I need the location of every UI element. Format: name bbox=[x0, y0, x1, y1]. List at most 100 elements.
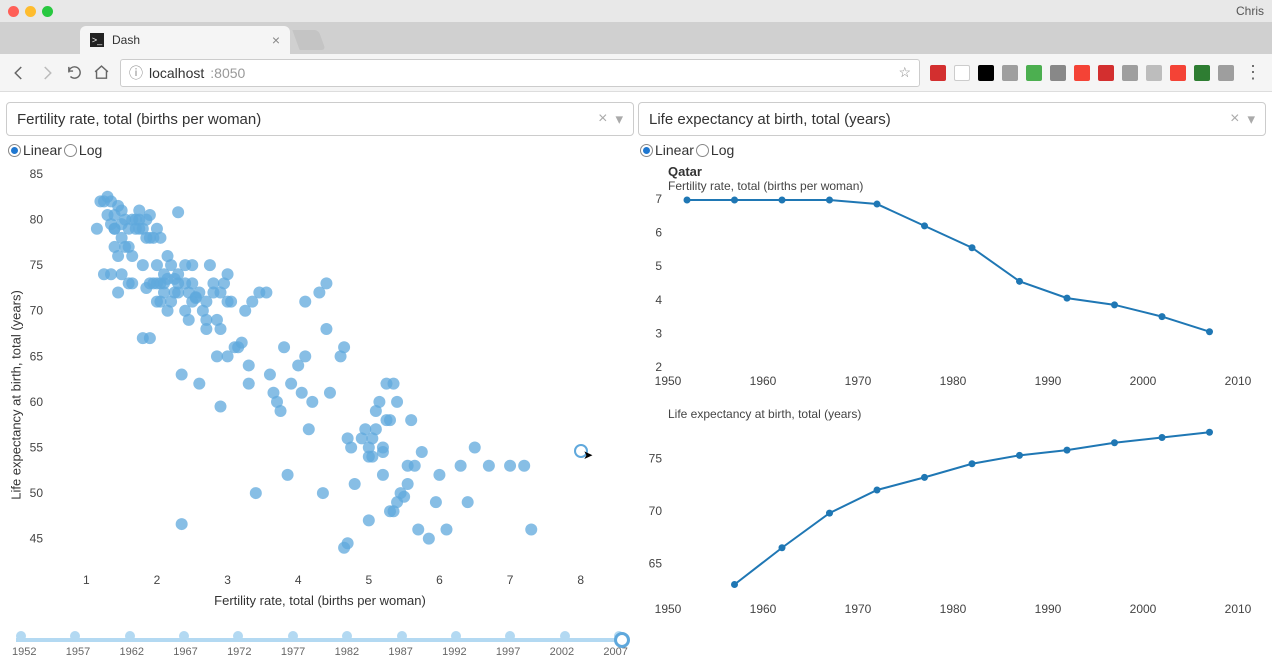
extension-icon[interactable] bbox=[930, 65, 946, 81]
detail-chart-fertility[interactable]: 1950196019701980199020002010234567 bbox=[638, 193, 1258, 393]
slider-tick[interactable] bbox=[342, 631, 352, 641]
scatter-x-axis-label: Fertility rate, total (births per woman) bbox=[6, 593, 634, 608]
svg-text:4: 4 bbox=[295, 573, 302, 587]
y-scale-radio-group: Linear Log bbox=[638, 136, 1266, 164]
extension-icon[interactable] bbox=[1122, 65, 1138, 81]
scatter-plot[interactable]: Life expectancy at birth, total (years) … bbox=[6, 164, 634, 626]
slider-labels: 1952195719621967197219771982198719921997… bbox=[12, 646, 628, 658]
svg-text:3: 3 bbox=[655, 326, 662, 340]
slider-year-label: 2007 bbox=[603, 646, 627, 658]
svg-text:65: 65 bbox=[30, 349, 44, 363]
svg-text:85: 85 bbox=[30, 167, 44, 181]
svg-text:2010: 2010 bbox=[1225, 374, 1252, 388]
browser-tab-strip: >_ Dash × bbox=[0, 22, 1272, 54]
svg-text:2010: 2010 bbox=[1225, 602, 1252, 616]
extension-icon[interactable] bbox=[954, 65, 970, 81]
slider-tick[interactable] bbox=[233, 631, 243, 641]
slider-tick[interactable] bbox=[560, 631, 570, 641]
right-column: Life expectancy at birth, total (years) … bbox=[638, 102, 1266, 658]
extension-icon[interactable] bbox=[978, 65, 994, 81]
extension-icon[interactable] bbox=[1146, 65, 1162, 81]
site-info-icon[interactable]: ⓘ bbox=[129, 63, 143, 83]
nav-home-icon[interactable] bbox=[93, 64, 110, 81]
chevron-down-icon[interactable]: ▾ bbox=[1247, 110, 1255, 128]
window-close-button[interactable] bbox=[8, 6, 19, 17]
extensions-row bbox=[930, 65, 1234, 81]
detail-chart1-title: Fertility rate, total (births per woman) bbox=[638, 179, 1266, 193]
nav-back-icon[interactable] bbox=[10, 64, 28, 82]
bookmark-star-icon[interactable]: ☆ bbox=[898, 64, 911, 81]
tab-favicon-icon: >_ bbox=[90, 33, 104, 47]
window-zoom-button[interactable] bbox=[42, 6, 53, 17]
slider-tick[interactable] bbox=[70, 631, 80, 641]
svg-text:1: 1 bbox=[83, 573, 90, 587]
y-scale-radio-log[interactable]: Log bbox=[696, 142, 734, 158]
slider-handle[interactable] bbox=[614, 632, 630, 648]
extension-icon[interactable] bbox=[1074, 65, 1090, 81]
svg-text:2000: 2000 bbox=[1130, 374, 1157, 388]
slider-tick[interactable] bbox=[125, 631, 135, 641]
svg-text:45: 45 bbox=[30, 532, 44, 546]
window-username: Chris bbox=[1236, 4, 1264, 18]
svg-text:1980: 1980 bbox=[940, 374, 967, 388]
detail-chart-lifeexp[interactable]: 1950196019701980199020002010657075 bbox=[638, 421, 1258, 621]
extension-icon[interactable] bbox=[1098, 65, 1114, 81]
svg-text:65: 65 bbox=[649, 557, 663, 571]
slider-year-label: 1987 bbox=[388, 646, 412, 658]
scatter-svg[interactable]: 12345678455055606570758085 bbox=[6, 164, 626, 594]
slider-year-label: 1967 bbox=[173, 646, 197, 658]
svg-text:80: 80 bbox=[30, 213, 44, 227]
slider-year-label: 1977 bbox=[281, 646, 305, 658]
svg-text:1950: 1950 bbox=[655, 374, 682, 388]
extension-icon[interactable] bbox=[1170, 65, 1186, 81]
new-tab-button[interactable] bbox=[292, 30, 325, 50]
svg-text:1990: 1990 bbox=[1035, 374, 1062, 388]
address-bar[interactable]: ⓘ localhost:8050 ☆ bbox=[120, 59, 920, 87]
tab-close-icon[interactable]: × bbox=[272, 32, 280, 48]
extension-icon[interactable] bbox=[1026, 65, 1042, 81]
y-axis-dropdown[interactable]: Life expectancy at birth, total (years) … bbox=[638, 102, 1266, 136]
svg-text:4: 4 bbox=[655, 293, 662, 307]
svg-text:6: 6 bbox=[436, 573, 443, 587]
svg-text:70: 70 bbox=[649, 504, 663, 518]
browser-menu-icon[interactable]: ⋮ bbox=[1244, 62, 1262, 83]
x-scale-radio-log[interactable]: Log bbox=[64, 142, 102, 158]
svg-text:75: 75 bbox=[649, 452, 663, 466]
nav-reload-icon[interactable] bbox=[66, 64, 83, 81]
svg-text:50: 50 bbox=[30, 486, 44, 500]
extension-icon[interactable] bbox=[1218, 65, 1234, 81]
year-slider[interactable]: 1952195719621967197219771982198719921997… bbox=[6, 626, 634, 658]
slider-year-label: 1957 bbox=[66, 646, 90, 658]
svg-text:1990: 1990 bbox=[1035, 602, 1062, 616]
x-scale-radio-linear[interactable]: Linear bbox=[8, 142, 62, 158]
slider-tick[interactable] bbox=[505, 631, 515, 641]
dropdown-clear-icon[interactable]: × bbox=[1226, 110, 1243, 128]
extension-icon[interactable] bbox=[1002, 65, 1018, 81]
slider-year-label: 1982 bbox=[335, 646, 359, 658]
slider-tick[interactable] bbox=[179, 631, 189, 641]
radio-label: Linear bbox=[655, 142, 694, 158]
svg-text:2000: 2000 bbox=[1130, 602, 1157, 616]
slider-tick[interactable] bbox=[288, 631, 298, 641]
chevron-down-icon[interactable]: ▾ bbox=[615, 110, 623, 128]
extension-icon[interactable] bbox=[1194, 65, 1210, 81]
y-axis-dropdown-value: Life expectancy at birth, total (years) bbox=[649, 111, 891, 128]
x-axis-dropdown-value: Fertility rate, total (births per woman) bbox=[17, 111, 261, 128]
slider-track[interactable] bbox=[16, 638, 624, 642]
window-minimize-button[interactable] bbox=[25, 6, 36, 17]
browser-tab-active[interactable]: >_ Dash × bbox=[80, 26, 290, 54]
x-axis-dropdown[interactable]: Fertility rate, total (births per woman)… bbox=[6, 102, 634, 136]
svg-text:1960: 1960 bbox=[750, 374, 777, 388]
slider-tick[interactable] bbox=[451, 631, 461, 641]
dropdown-clear-icon[interactable]: × bbox=[594, 110, 611, 128]
svg-text:3: 3 bbox=[224, 573, 231, 587]
slider-tick[interactable] bbox=[397, 631, 407, 641]
detail-chart2-title: Life expectancy at birth, total (years) bbox=[638, 407, 1266, 421]
svg-text:8: 8 bbox=[577, 573, 584, 587]
svg-text:5: 5 bbox=[655, 259, 662, 273]
slider-tick[interactable] bbox=[16, 631, 26, 641]
extension-icon[interactable] bbox=[1050, 65, 1066, 81]
y-scale-radio-linear[interactable]: Linear bbox=[640, 142, 694, 158]
svg-text:70: 70 bbox=[30, 304, 44, 318]
svg-text:1960: 1960 bbox=[750, 602, 777, 616]
